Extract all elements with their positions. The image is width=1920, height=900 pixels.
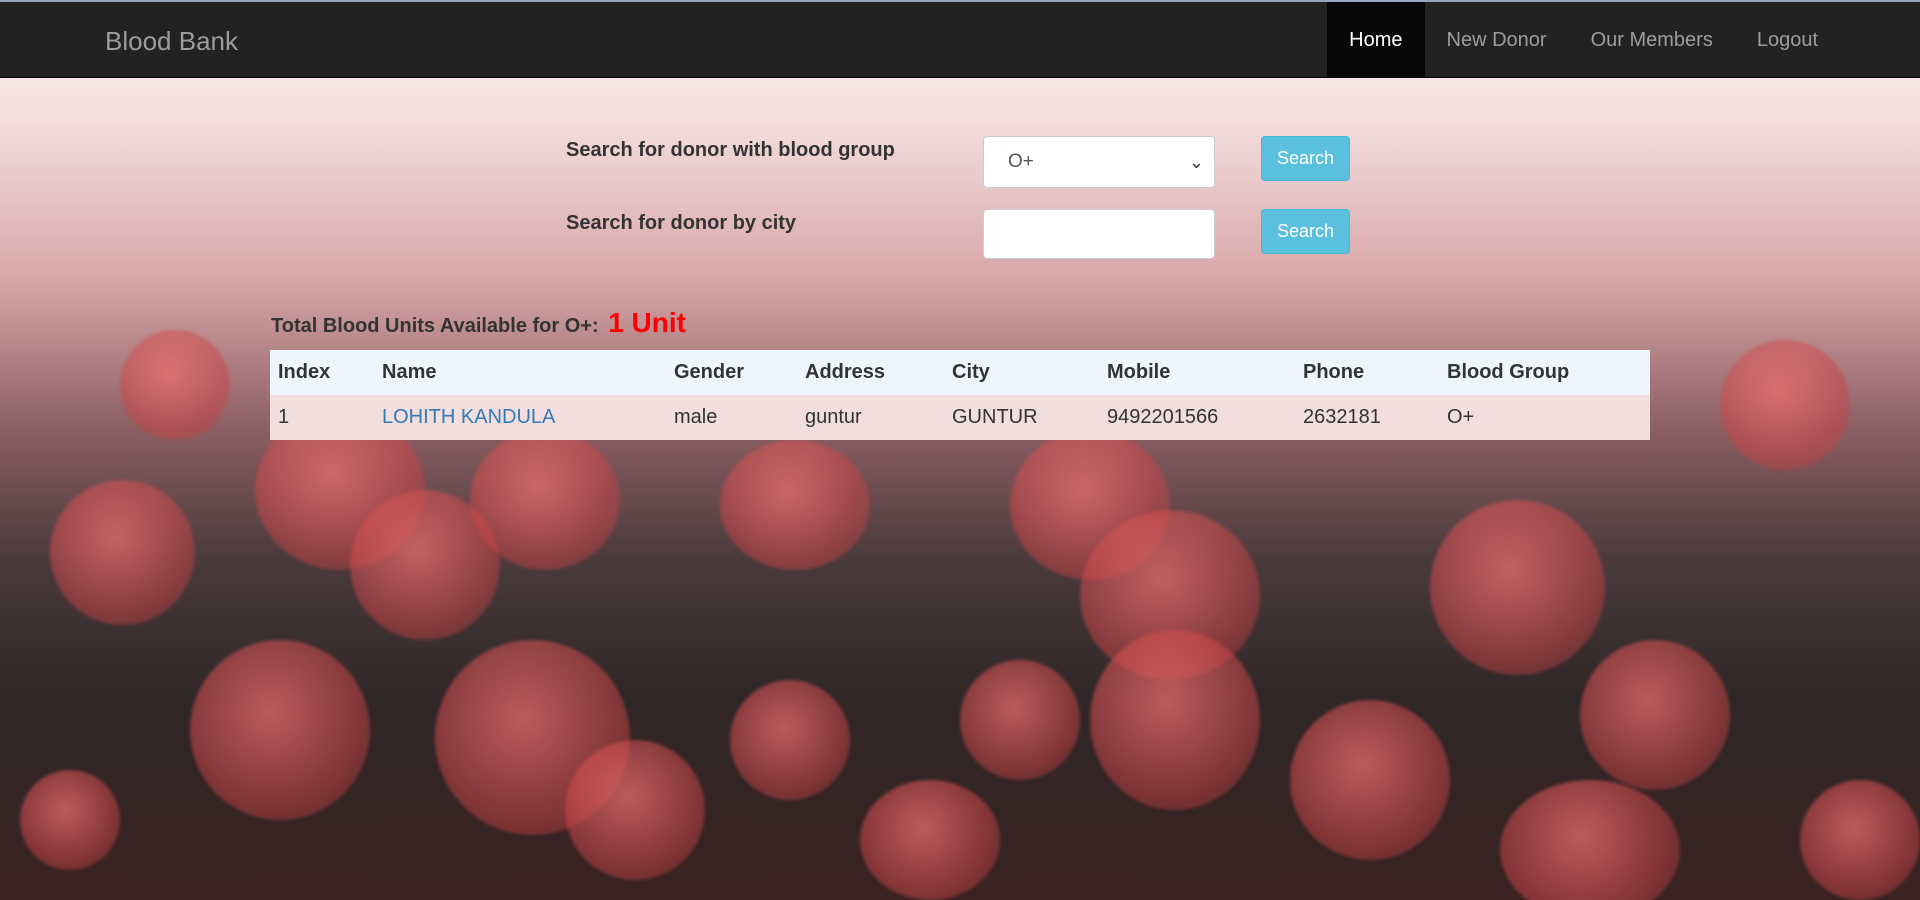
column-header-index: Index [270,350,374,395]
search-blood-group-button[interactable]: Search [1261,136,1350,181]
total-units-label: Total Blood Units Available for O+: [271,315,599,337]
column-header-blood-group: Blood Group [1439,350,1650,395]
column-header-gender: Gender [666,350,797,395]
column-header-phone: Phone [1295,350,1439,395]
cell-city: GUNTUR [944,395,1099,440]
column-header-mobile: Mobile [1099,350,1295,395]
cell-index: 1 [270,395,374,440]
blood-group-selected-value: O+ [1008,151,1034,172]
nav-menu: Home New Donor Our Members Logout [1327,2,1920,78]
cell-phone: 2632181 [1295,395,1439,440]
column-header-city: City [944,350,1099,395]
column-header-address: Address [797,350,944,395]
donor-name-link[interactable]: LOHITH KANDULA [382,406,555,428]
nav-item-our-members[interactable]: Our Members [1569,2,1735,78]
navbar: Blood Bank Home New Donor Our Members Lo… [0,0,1920,78]
search-city-button[interactable]: Search [1261,209,1350,254]
total-units-value: 1 Unit [608,307,686,338]
blood-group-search-row: Search for donor with blood group O+ ⌄ S… [566,136,1350,188]
city-search-row: Search for donor by city Search [566,209,1350,259]
table-row: 1 LOHITH KANDULA male guntur GUNTUR 9492… [270,395,1650,440]
nav-item-home[interactable]: Home [1327,2,1425,78]
nav-item-new-donor[interactable]: New Donor [1425,2,1569,78]
blood-group-select[interactable]: O+ ⌄ [983,136,1215,188]
chevron-down-icon: ⌄ [1188,152,1204,172]
cell-blood-group: O+ [1439,395,1650,440]
column-header-name: Name [374,350,666,395]
cell-gender: male [666,395,797,440]
cell-mobile: 9492201566 [1099,395,1295,440]
table-header-row: Index Name Gender Address City Mobile Ph… [270,350,1650,395]
cell-name: LOHITH KANDULA [374,395,666,440]
brand-logo[interactable]: Blood Bank [105,26,238,57]
cell-address: guntur [797,395,944,440]
background-image [0,0,1920,900]
donor-table: Index Name Gender Address City Mobile Ph… [270,350,1650,440]
nav-item-logout[interactable]: Logout [1735,2,1840,78]
total-units-summary: Total Blood Units Available for O+: 1 Un… [271,307,686,339]
blood-group-label: Search for donor with blood group [566,139,895,161]
city-input[interactable] [983,209,1215,259]
city-label: Search for donor by city [566,212,797,234]
